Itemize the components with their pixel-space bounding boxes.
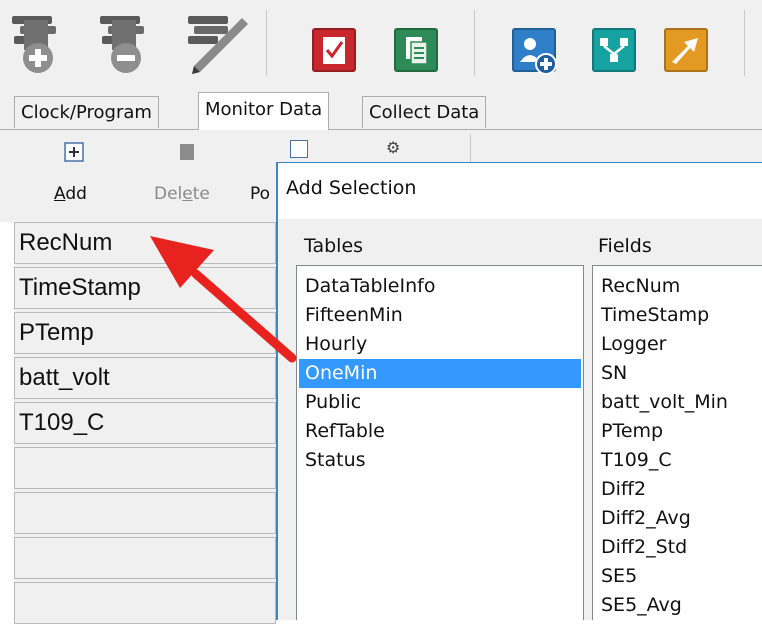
search-station-icon <box>512 28 557 75</box>
add-station-icon <box>12 16 56 73</box>
field-item[interactable]: Diff2_Std <box>595 533 687 562</box>
field-item[interactable]: Diff2_Avg <box>595 504 691 533</box>
table-item[interactable]: Public <box>299 388 581 417</box>
network-icon <box>592 28 636 72</box>
tables-listbox[interactable]: DataTableInfo FifteenMin Hourly OneMin P… <box>296 265 584 620</box>
edit-station-button[interactable] <box>180 10 248 76</box>
delete-station-icon <box>100 16 144 73</box>
field-row[interactable]: RecNum <box>14 222 276 264</box>
table-item[interactable]: RefTable <box>299 417 581 446</box>
field-item[interactable]: SN <box>595 359 627 388</box>
dialog-body: Tables Fields DataTableInfo FifteenMin H… <box>278 219 762 620</box>
field-item[interactable]: PTemp <box>595 417 663 446</box>
table-item[interactable]: Status <box>299 446 581 475</box>
field-item[interactable]: Logger <box>595 330 667 359</box>
table-item[interactable]: Hourly <box>299 330 581 359</box>
field-item[interactable]: Diff2 <box>595 475 646 504</box>
dialog-title: Add Selection <box>286 177 417 199</box>
checklist-button[interactable] <box>302 10 364 76</box>
tables-label: Tables <box>304 235 364 257</box>
connect-icon <box>664 28 708 72</box>
field-row[interactable]: TimeStamp <box>14 267 276 309</box>
add-icon <box>64 142 84 162</box>
toolbar-separator <box>266 10 267 76</box>
field-row[interactable]: batt_volt <box>14 357 276 399</box>
toolbar-separator <box>744 10 745 76</box>
fields-label: Fields <box>598 235 652 257</box>
edit-station-icon <box>188 16 248 74</box>
delete-station-button[interactable] <box>96 10 158 76</box>
tab-collect-data[interactable]: Collect Data <box>362 96 487 128</box>
gear-icon: ⚙ <box>386 138 401 157</box>
search-station-button[interactable] <box>506 10 568 76</box>
toolbar-separator <box>474 10 475 76</box>
add-label: Add <box>54 184 87 204</box>
delete-label: Delete <box>154 184 210 204</box>
partial-label: Po <box>250 184 271 204</box>
table-item[interactable]: DataTableInfo <box>299 272 581 301</box>
copy-document-icon <box>394 28 438 72</box>
main-toolbar <box>0 0 762 92</box>
field-row[interactable]: PTemp <box>14 312 276 354</box>
tab-strip: Clock/Program Monitor Data Collect Data <box>0 92 762 130</box>
field-row[interactable]: T109_C <box>14 402 276 444</box>
table-item-selected[interactable]: OneMin <box>299 359 581 388</box>
tab-clock-program[interactable]: Clock/Program <box>14 96 159 128</box>
field-item[interactable]: SE5 <box>595 562 637 591</box>
field-item[interactable]: TimeStamp <box>595 301 709 330</box>
list-icon <box>290 140 308 158</box>
delete-icon <box>180 144 194 160</box>
field-item[interactable]: T109_C <box>595 446 672 475</box>
field-item[interactable]: RecNum <box>595 272 680 301</box>
checklist-icon <box>312 28 356 72</box>
copy-document-button[interactable] <box>384 10 446 76</box>
network-button[interactable] <box>588 10 650 76</box>
connect-button[interactable] <box>658 10 720 76</box>
field-row[interactable] <box>14 537 276 579</box>
field-item[interactable]: SE5_Avg <box>595 591 682 620</box>
table-item[interactable]: FifteenMin <box>299 301 581 330</box>
add-selection-dialog: Add Selection Tables Fields DataTableInf… <box>276 162 762 620</box>
tab-monitor-data[interactable]: Monitor Data <box>198 92 330 130</box>
field-row[interactable] <box>14 582 276 624</box>
monitor-field-list: RecNum TimeStamp PTemp batt_volt T109_C <box>14 222 276 624</box>
toolbar-separator <box>470 134 471 164</box>
fields-listbox[interactable]: RecNum TimeStamp Logger SN batt_volt_Min… <box>592 265 762 620</box>
field-item[interactable]: batt_volt_Min <box>595 388 728 417</box>
field-row[interactable] <box>14 492 276 534</box>
add-station-button[interactable] <box>8 10 70 76</box>
field-row[interactable] <box>14 447 276 489</box>
